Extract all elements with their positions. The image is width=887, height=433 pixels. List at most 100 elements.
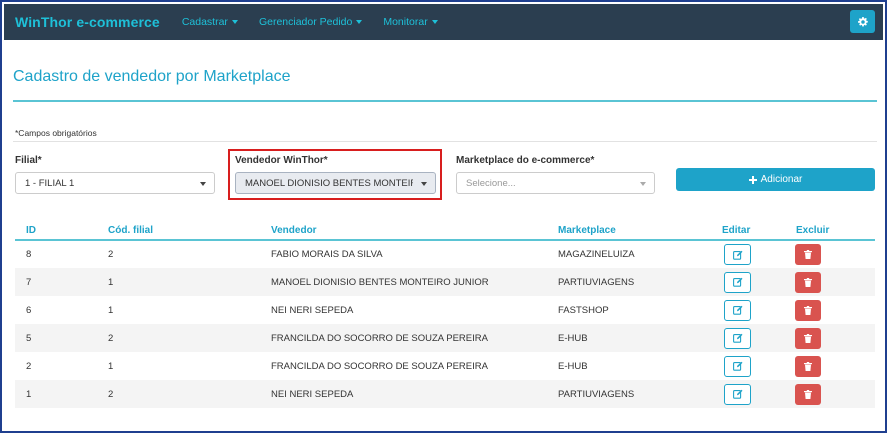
cell-delete [783, 352, 875, 380]
edit-button[interactable] [724, 327, 751, 349]
caret-down-icon [431, 20, 438, 24]
cell-edit [703, 240, 783, 268]
chevron-down-icon [200, 182, 206, 186]
cell-marketplace: MAGAZINELUIZA [558, 249, 635, 260]
caret-down-icon [231, 20, 238, 24]
edit-icon [732, 250, 742, 260]
filial-select[interactable]: 1 - FILIAL 1 [15, 172, 215, 194]
edit-icon [732, 361, 742, 371]
menu-monitorar[interactable]: Monitorar [383, 16, 438, 28]
edit-button[interactable] [724, 244, 751, 265]
edit-icon [732, 389, 742, 399]
cell-edit [703, 352, 783, 380]
cell-delete [783, 324, 875, 352]
delete-button[interactable] [795, 299, 821, 321]
cell-vendedor: FRANCILDA DO SOCORRO DE SOUZA PEREIRA [271, 332, 488, 344]
header-excluir: Excluir [783, 221, 875, 241]
cell-id: 1 [26, 388, 32, 400]
trash-icon [804, 361, 812, 371]
cell-filial: 2 [108, 388, 114, 400]
trash-icon [804, 250, 812, 259]
required-fields-note: *Campos obrigatórios [15, 128, 97, 138]
cell-id: 5 [26, 332, 32, 344]
header-vendedor[interactable]: Vendedor [271, 221, 558, 241]
highlight-annotation [228, 149, 442, 200]
chevron-down-icon [640, 182, 646, 186]
marketplace-select-placeholder: Selecione... [466, 177, 516, 189]
edit-button[interactable] [724, 271, 751, 293]
table-row: 7 1 MANOEL DIONISIO BENTES MONTEIRO JUNIOR… [15, 268, 875, 296]
cell-filial: 1 [108, 276, 114, 288]
cell-vendedor: NEI NERI SEPEDA [271, 304, 354, 316]
edit-icon [732, 277, 742, 287]
table-row: 5 2 FRANCILDA DO SOCORRO DE SOUZA PEREIRA E… [15, 324, 875, 352]
delete-button[interactable] [795, 383, 821, 405]
table-row: 1 2 NEI NERI SEPEDA PARTIUVIAGENS [15, 380, 875, 408]
edit-button[interactable] [724, 355, 751, 377]
marketplace-label: Marketplace do e-commerce* [456, 155, 595, 166]
cell-edit [703, 296, 783, 324]
menu-gerenciador-pedido[interactable]: Gerenciador Pedido [259, 16, 363, 28]
cell-filial: 2 [108, 249, 114, 260]
cell-delete [783, 240, 875, 268]
filial-label: Filial* [15, 155, 42, 166]
plus-icon [748, 175, 757, 184]
edit-icon [732, 305, 742, 315]
cell-delete [783, 296, 875, 324]
filial-select-value: 1 - FILIAL 1 [25, 177, 75, 189]
caret-down-icon [356, 20, 363, 24]
cell-vendedor: NEI NERI SEPEDA [271, 388, 354, 400]
table-row: 8 2 FABIO MORAIS DA SILVA MAGAZINELUIZA [15, 240, 875, 268]
cell-filial: 2 [108, 332, 114, 344]
header-id[interactable]: ID [15, 221, 108, 241]
delete-button[interactable] [795, 327, 821, 349]
cell-id: 8 [26, 249, 32, 260]
marketplace-select[interactable]: Selecione... [456, 172, 655, 194]
cell-vendedor: FABIO MORAIS DA SILVA [271, 249, 383, 260]
cell-delete [783, 380, 875, 408]
trash-icon [804, 305, 812, 315]
menu-monitorar-label: Monitorar [383, 16, 428, 28]
add-button-label: Adicionar [760, 174, 803, 185]
delete-button[interactable] [795, 271, 821, 293]
trash-icon [804, 389, 812, 399]
brand-title[interactable]: WinThor e-commerce [15, 14, 160, 30]
cell-id: 6 [26, 304, 32, 316]
cell-id: 7 [26, 276, 32, 288]
header-filial[interactable]: Cód. filial [108, 221, 271, 241]
table-header-row: ID Cód. filial Vendedor Marketplace Edit… [15, 221, 875, 241]
header-marketplace[interactable]: Marketplace [558, 221, 703, 241]
vendors-table: ID Cód. filial Vendedor Marketplace Edit… [15, 221, 875, 408]
cell-edit [703, 324, 783, 352]
table-row: 2 1 FRANCILDA DO SOCORRO DE SOUZA PEREIRA E… [15, 352, 875, 380]
add-button[interactable]: Adicionar [676, 168, 875, 191]
delete-button[interactable] [795, 244, 821, 265]
menu-cadastrar[interactable]: Cadastrar [182, 16, 238, 28]
cell-marketplace: E-HUB [558, 360, 588, 372]
cell-vendedor: FRANCILDA DO SOCORRO DE SOUZA PEREIRA [271, 360, 488, 372]
cell-marketplace: PARTIUVIAGENS [558, 388, 635, 400]
page-title: Cadastro de vendedor por Marketplace [13, 68, 291, 85]
trash-icon [804, 333, 812, 343]
cell-marketplace: FASTSHOP [558, 304, 609, 316]
edit-icon [732, 333, 742, 343]
cell-edit [703, 268, 783, 296]
edit-button[interactable] [724, 383, 751, 405]
top-navbar: WinThor e-commerce Cadastrar Gerenciador… [4, 4, 883, 40]
header-editar: Editar [703, 221, 783, 241]
edit-button[interactable] [724, 299, 751, 321]
delete-button[interactable] [795, 355, 821, 377]
table-row: 6 1 NEI NERI SEPEDA FASTSHOP [15, 296, 875, 324]
title-divider [13, 100, 877, 102]
cell-id: 2 [26, 360, 32, 372]
cell-marketplace: PARTIUVIAGENS [558, 276, 635, 288]
cell-vendedor: MANOEL DIONISIO BENTES MONTEIRO JUNIOR [271, 276, 489, 288]
cell-edit [703, 380, 783, 408]
cell-marketplace: E-HUB [558, 332, 588, 344]
settings-button[interactable] [850, 10, 875, 33]
gear-icon [857, 16, 868, 26]
cell-delete [783, 268, 875, 296]
app-frame: WinThor e-commerce Cadastrar Gerenciador… [0, 0, 887, 433]
cell-filial: 1 [108, 360, 114, 372]
required-divider [13, 141, 877, 142]
